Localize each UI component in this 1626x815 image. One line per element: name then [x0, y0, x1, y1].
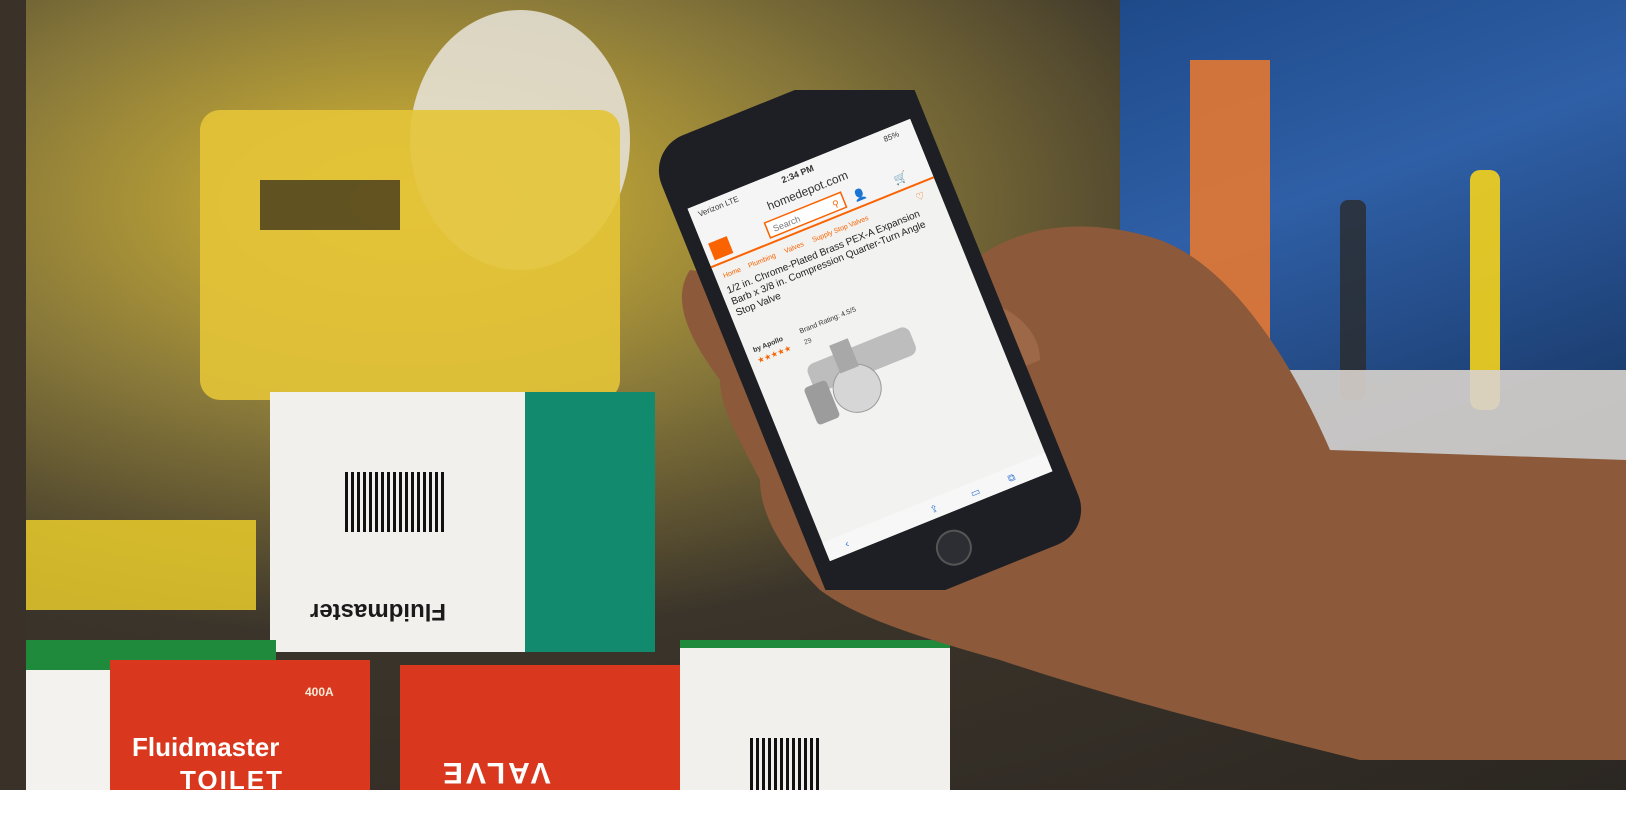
- smartphone: Verizon LTE 2:34 PM 85% homedepot.com Se…: [658, 90, 1082, 590]
- photo-scene: Fluidmaster Fluidmaster TOILET 400A VALV…: [0, 0, 1626, 815]
- bottom-border: [0, 790, 1626, 815]
